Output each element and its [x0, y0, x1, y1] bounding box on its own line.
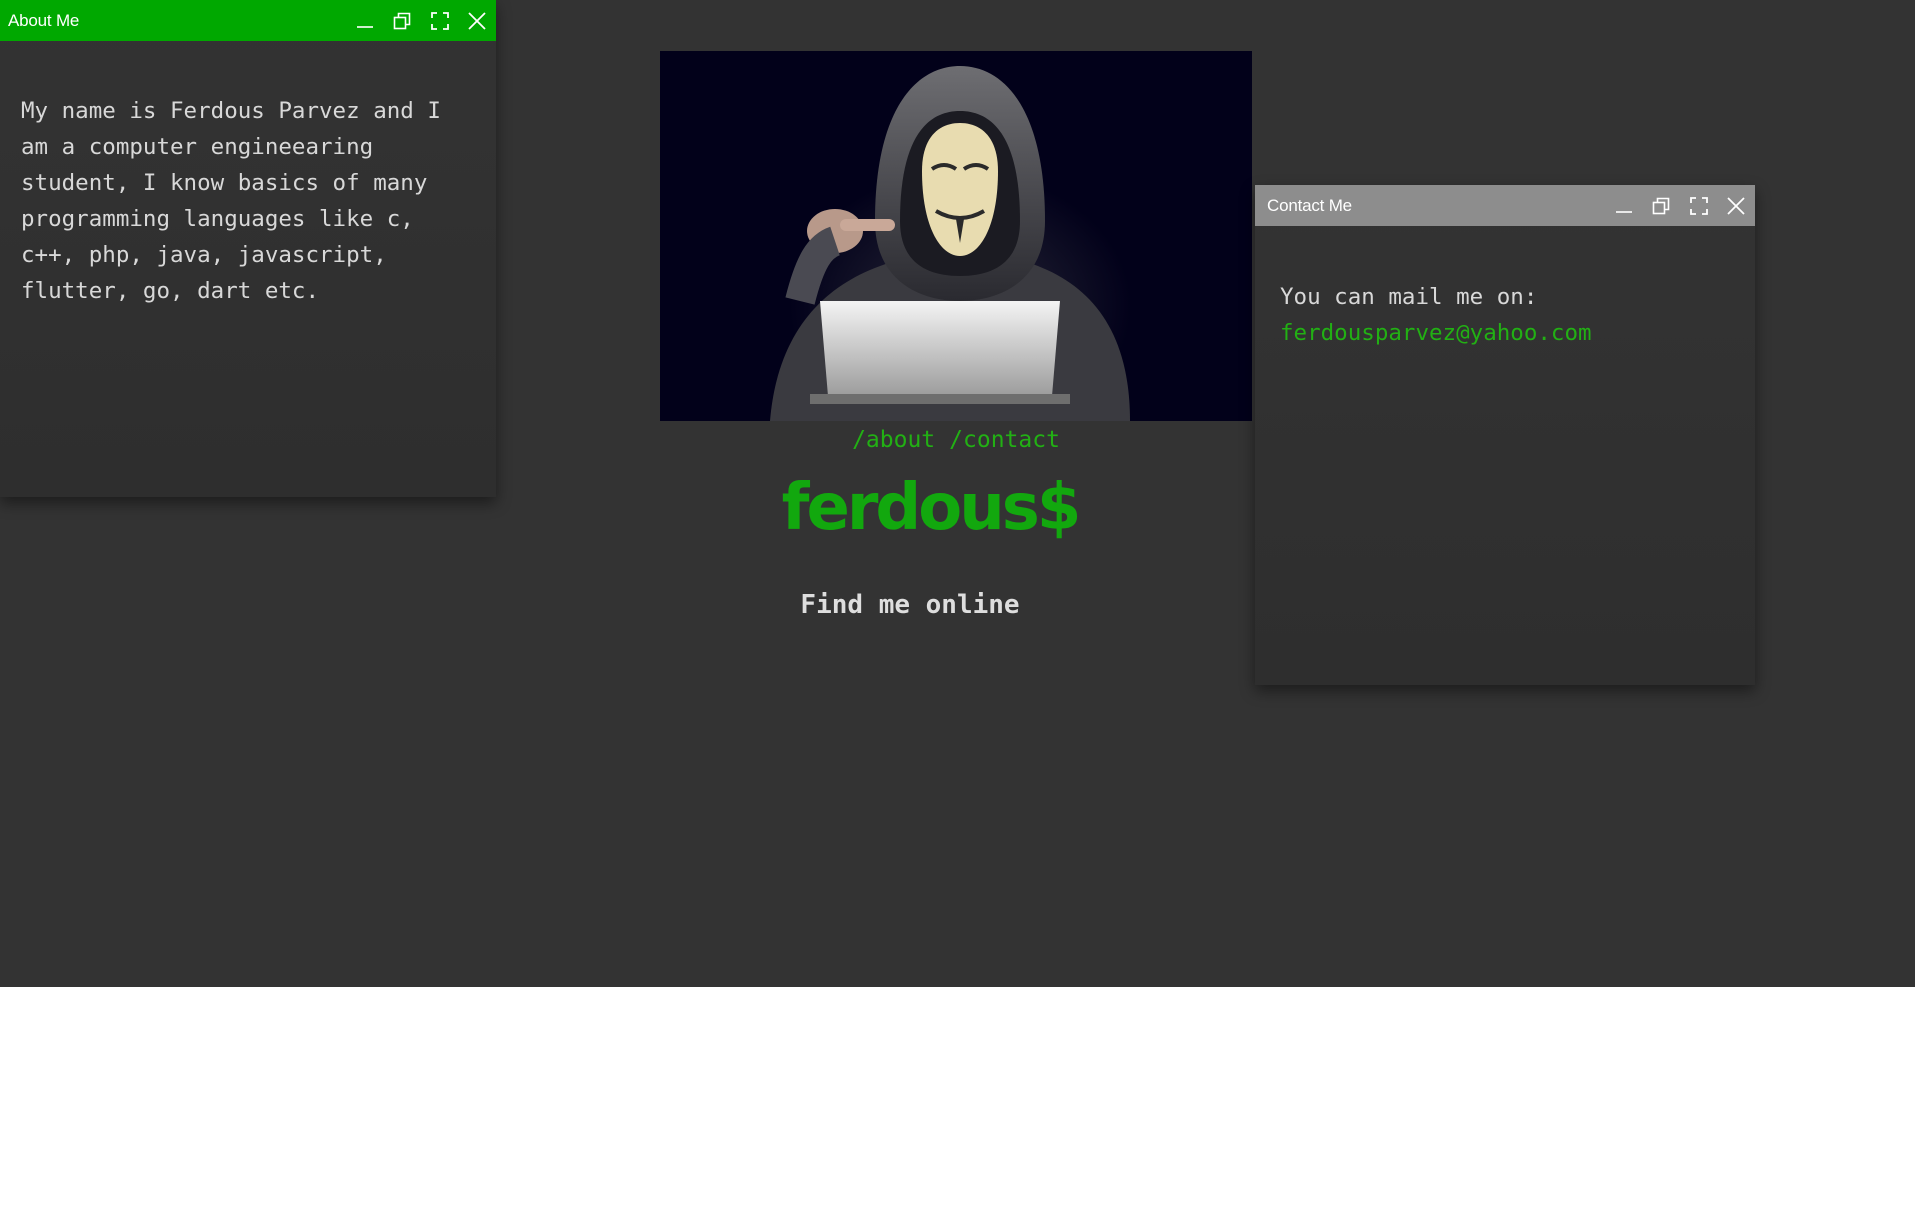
desktop: /about/contact ferdous$ Find me online A… [0, 0, 1915, 987]
about-window-title: About Me [8, 10, 80, 30]
contact-window-controls [1605, 185, 1755, 226]
nav-links: /about/contact [660, 425, 1252, 455]
contact-window-title: Contact Me [1267, 195, 1352, 215]
contact-window-titlebar[interactable]: Contact Me [1255, 185, 1755, 226]
maximize-icon [1689, 196, 1708, 215]
site-logo: ferdous$ [781, 471, 1082, 545]
minimize-icon [1615, 210, 1632, 213]
minimize-icon [356, 25, 373, 28]
contact-text: You can mail me on: [1280, 284, 1538, 310]
about-window-titlebar[interactable]: About Me [0, 0, 496, 41]
about-window[interactable]: About Me My name is Ferdous Parvez and I… [0, 0, 496, 497]
contact-close-button[interactable] [1718, 185, 1756, 226]
about-maximize-button[interactable] [421, 0, 459, 41]
about-restore-button[interactable] [384, 0, 422, 41]
about-window-controls [346, 0, 496, 41]
about-window-body: My name is Ferdous Parvez and I am a com… [0, 41, 496, 309]
contact-minimize-button[interactable] [1605, 185, 1643, 226]
restore-icon [393, 12, 411, 29]
about-close-button[interactable] [459, 0, 497, 41]
close-icon [468, 11, 486, 30]
contact-window[interactable]: Contact Me You can mail me on: ferdouspa… [1255, 185, 1755, 685]
find-me-online-heading: Find me online [800, 590, 1020, 620]
about-link[interactable]: /about [852, 427, 935, 453]
about-minimize-button[interactable] [346, 0, 384, 41]
contact-email[interactable]: ferdousparvez@yahoo.com [1280, 315, 1735, 351]
about-text: My name is Ferdous Parvez and I am a com… [21, 98, 441, 304]
restore-icon [1652, 197, 1670, 214]
close-icon [1727, 196, 1745, 215]
hooded-figure-illustration [660, 51, 1252, 421]
contact-link[interactable]: /contact [949, 427, 1060, 453]
contact-restore-button[interactable] [1643, 185, 1681, 226]
contact-window-body: You can mail me on: ferdousparvez@yahoo.… [1255, 226, 1755, 351]
contact-maximize-button[interactable] [1680, 185, 1718, 226]
hero-image [660, 51, 1252, 421]
maximize-icon [430, 11, 449, 30]
